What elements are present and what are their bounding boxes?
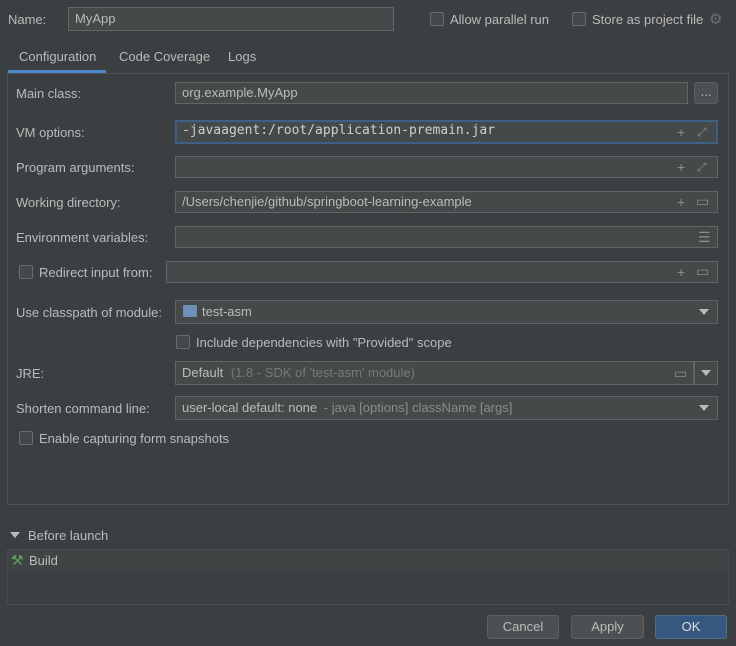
store-project-checkbox[interactable]	[572, 12, 586, 26]
include-deps-checkbox[interactable]	[176, 335, 190, 349]
folder-icon[interactable]: ▭	[696, 264, 709, 278]
shorten-label: Shorten command line:	[16, 401, 150, 416]
add-icon[interactable]: +	[677, 265, 685, 279]
chevron-down-icon[interactable]	[699, 309, 709, 315]
chevron-down-icon[interactable]	[699, 405, 709, 411]
working-dir-input[interactable]: /Users/chenjie/github/springboot-learnin…	[175, 191, 718, 213]
name-input[interactable]: MyApp	[68, 7, 394, 31]
name-label: Name:	[8, 12, 47, 27]
program-args-input[interactable]	[175, 156, 718, 178]
hammer-icon: ⚒	[11, 552, 24, 568]
folder-icon[interactable]: ▭	[674, 366, 687, 380]
redirect-input-checkbox[interactable]	[19, 265, 33, 279]
redirect-input-field[interactable]	[166, 261, 718, 283]
before-launch-list: ⚒ Build	[7, 549, 729, 605]
add-icon[interactable]: +	[677, 125, 685, 139]
tab-code-coverage[interactable]: Code Coverage	[119, 49, 210, 71]
add-icon[interactable]: +	[677, 160, 685, 174]
ok-button[interactable]: OK	[655, 615, 727, 639]
apply-button[interactable]: Apply	[571, 615, 644, 639]
gear-icon[interactable]: ⚙	[709, 10, 722, 28]
jre-label: JRE:	[16, 366, 45, 381]
store-project-label: Store as project file	[592, 12, 704, 27]
classpath-label: Use classpath of module:	[16, 305, 162, 320]
folder-icon[interactable]: ▭	[696, 194, 709, 208]
main-class-label: Main class:	[16, 86, 82, 101]
vm-options-input[interactable]: -javaagent:/root/application-premain.jar	[175, 120, 718, 144]
shorten-hint: - java [options] className [args]	[323, 400, 513, 415]
module-folder-icon	[183, 305, 197, 317]
before-launch-title: Before launch	[28, 528, 109, 543]
main-class-browse-button[interactable]: ...	[694, 82, 718, 104]
list-item[interactable]: ⚒ Build	[8, 550, 728, 572]
jre-hint: (1.8 - SDK of 'test-asm' module)	[230, 365, 415, 380]
cancel-button[interactable]: Cancel	[487, 615, 559, 639]
capture-snapshots-checkbox[interactable]	[19, 431, 33, 445]
before-launch-item-label: Build	[29, 553, 58, 568]
vm-options-label: VM options:	[16, 125, 85, 140]
collapse-arrow-icon[interactable]	[10, 532, 20, 538]
shorten-select[interactable]: user-local default: none - java [options…	[175, 396, 718, 420]
add-icon[interactable]: +	[677, 195, 685, 209]
env-vars-input[interactable]	[175, 226, 718, 248]
allow-parallel-label: Allow parallel run	[450, 12, 549, 27]
allow-parallel-checkbox[interactable]	[430, 12, 444, 26]
tab-configuration[interactable]: Configuration	[19, 49, 96, 71]
capture-snapshots-label: Enable capturing form snapshots	[39, 431, 230, 446]
classpath-select[interactable]: test-asm	[175, 300, 718, 324]
redirect-input-label: Redirect input from:	[39, 265, 153, 280]
shorten-value: user-local default: none	[182, 400, 318, 415]
chevron-down-icon[interactable]	[701, 370, 711, 376]
program-args-label: Program arguments:	[16, 160, 135, 175]
list-icon[interactable]: ☰	[698, 230, 711, 244]
expand-icon[interactable]: ⤢	[697, 125, 707, 139]
env-vars-label: Environment variables:	[16, 230, 149, 245]
jre-input[interactable]: Default (1.8 - SDK of 'test-asm' module)	[175, 361, 694, 385]
main-class-input[interactable]: org.example.MyApp	[175, 82, 688, 104]
tab-logs[interactable]: Logs	[228, 49, 256, 71]
expand-icon[interactable]: ⤢	[697, 160, 707, 174]
include-deps-label: Include dependencies with "Provided" sco…	[196, 335, 452, 350]
working-dir-label: Working directory:	[16, 195, 121, 210]
jre-value: Default	[182, 365, 224, 380]
